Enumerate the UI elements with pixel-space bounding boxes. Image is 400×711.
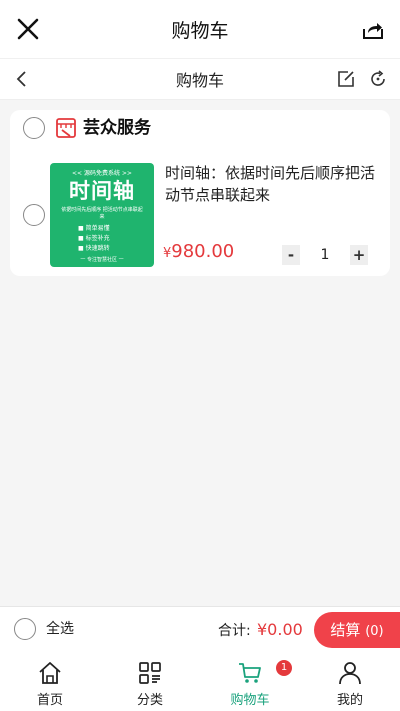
share-icon[interactable] xyxy=(362,19,384,41)
thumbnail-feature: ■ 简单易懂 xyxy=(78,225,110,232)
shop-name[interactable]: 芸众服务 xyxy=(83,117,151,139)
product-thumbnail[interactable]: << 源码免费系统 >> 时间轴 依据时间先后顺序 把活动节点串联起来 ■ 简单… xyxy=(50,163,154,267)
edit-icon[interactable] xyxy=(336,69,356,89)
quantity-stepper: - 1 + xyxy=(282,245,368,265)
tab-category[interactable]: 分类 xyxy=(100,652,200,711)
cart-icon xyxy=(239,663,261,683)
tab-label: 分类 xyxy=(136,693,163,708)
refresh-icon[interactable] xyxy=(368,69,388,89)
item-select-radio[interactable] xyxy=(23,204,45,226)
tab-label: 购物车 xyxy=(230,693,270,708)
category-icon xyxy=(139,662,161,684)
page-nav-bar: 购物车 xyxy=(0,58,400,100)
tab-label: 首页 xyxy=(36,693,63,708)
window-title: 购物车 xyxy=(171,19,229,42)
user-icon xyxy=(339,662,361,685)
back-arrow-icon[interactable] xyxy=(12,69,32,89)
product-title[interactable]: 时间轴：依据时间先后顺序把活动节点串联起来 xyxy=(165,162,385,206)
tab-label: 我的 xyxy=(336,693,363,708)
price-value: 980.00 xyxy=(171,241,235,262)
checkout-button[interactable]: 结算 (0) xyxy=(314,612,400,648)
checkout-count: (0) xyxy=(365,624,384,639)
home-icon xyxy=(39,662,61,684)
total-label: 合计: xyxy=(218,623,251,639)
product-price: ¥980.00 xyxy=(163,240,234,266)
page-title: 购物车 xyxy=(175,71,224,90)
quantity-input[interactable]: 1 xyxy=(300,245,350,265)
shop-select-radio[interactable] xyxy=(23,117,45,139)
select-all-radio[interactable] xyxy=(14,618,36,640)
bottom-tab-bar: 首页 分类 购物车 我的 1 xyxy=(0,652,400,711)
app-top-bar: 购物车 xyxy=(0,0,400,58)
increase-button[interactable]: + xyxy=(350,245,368,265)
checkout-button-label: 结算 xyxy=(330,621,361,639)
thumbnail-sub: 依据时间先后顺序 把活动节点串联起来 xyxy=(61,207,143,220)
thumbnail-heading: 时间轴 xyxy=(69,179,135,203)
thumbnail-footer: 一 专注智慧社区 一 xyxy=(80,257,124,263)
thumbnail-feature: ■ 标签补充 xyxy=(78,235,110,242)
store-icon xyxy=(56,118,76,138)
tab-home[interactable]: 首页 xyxy=(0,652,100,711)
close-icon[interactable] xyxy=(16,17,40,41)
checkout-bar: 全选 合计: ¥0.00 结算 (0) xyxy=(0,606,400,652)
thumbnail-feature: ■ 快速跳转 xyxy=(78,245,110,252)
cart-badge: 1 xyxy=(276,660,292,676)
total-value: ¥0.00 xyxy=(257,620,303,639)
tab-profile[interactable]: 我的 xyxy=(300,652,400,711)
select-all-label[interactable]: 全选 xyxy=(46,619,74,639)
decrease-button[interactable]: - xyxy=(282,245,300,265)
cart-shop-card: 芸众服务 << 源码免费系统 >> 时间轴 依据时间先后顺序 把活动节点串联起来… xyxy=(10,110,390,276)
